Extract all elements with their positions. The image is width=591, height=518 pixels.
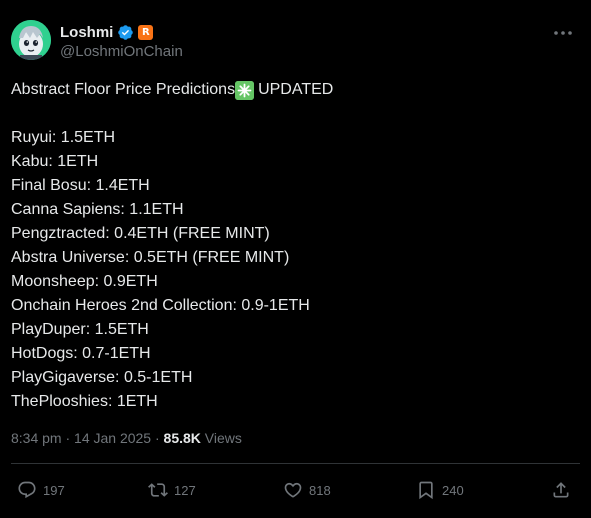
prediction-line: Pengztracted: 0.4ETH (FREE MINT)	[11, 225, 270, 242]
bookmark-button[interactable]: 240	[416, 478, 464, 502]
verified-badge-icon[interactable]	[117, 24, 134, 41]
repost-count: 127	[174, 482, 196, 498]
name-row: Loshmi R	[60, 22, 183, 42]
sparkle-emoji-icon	[235, 80, 255, 100]
prediction-list: Ruyui: 1.5ETH Kabu: 1ETH Final Bosu: 1.4…	[11, 126, 333, 414]
prediction-line: Canna Sapiens: 1.1ETH	[11, 201, 184, 218]
prediction-line: Final Bosu: 1.4ETH	[11, 177, 150, 194]
tweet-text: Abstract Floor Price Predictions UPDATED…	[11, 78, 333, 414]
like-button[interactable]: 818	[283, 478, 331, 502]
prediction-line: ThePlooshies: 1ETH	[11, 393, 158, 410]
handle[interactable]: @LoshmiOnChain	[60, 43, 183, 60]
action-bar: 197 127 818 240	[11, 478, 580, 502]
prediction-line: PlayGigaverse: 0.5-1ETH	[11, 369, 193, 386]
bookmark-count: 240	[442, 482, 464, 498]
share-icon	[553, 482, 569, 498]
prediction-line: Ruyui: 1.5ETH	[11, 129, 116, 146]
tweet: Loshmi R @LoshmiOnChain Abstract Floor P…	[0, 0, 591, 518]
timestamp[interactable]: 8:34 pm · 14 Jan 2025 ·	[11, 430, 164, 446]
author-names: Loshmi R @LoshmiOnChain	[60, 22, 183, 61]
reply-count: 197	[43, 482, 65, 498]
reply-button[interactable]: 197	[17, 478, 65, 502]
prediction-line: Onchain Heroes 2nd Collection: 0.9-1ETH	[11, 297, 310, 314]
share-button[interactable]	[551, 478, 571, 502]
avatar-image	[11, 20, 51, 60]
like-heart-icon	[284, 482, 302, 498]
repost-icon	[148, 483, 168, 497]
tweet-headline: Abstract Floor Price Predictions UPDATED	[11, 78, 333, 102]
like-count: 818	[309, 482, 331, 498]
headline-text: Abstract Floor Price Predictions	[11, 81, 236, 98]
prediction-line: Moonsheep: 0.9ETH	[11, 273, 158, 290]
prediction-line: Kabu: 1ETH	[11, 153, 99, 170]
display-name[interactable]: Loshmi	[60, 24, 113, 41]
bookmark-icon	[419, 481, 433, 500]
views-label: Views	[204, 430, 242, 446]
more-options-icon[interactable]	[552, 24, 574, 42]
affiliate-badge-icon[interactable]: R	[138, 24, 154, 40]
prediction-line: HotDogs: 0.7-1ETH	[11, 345, 151, 362]
headline-suffix: UPDATED	[258, 81, 334, 98]
views-count: 85.8K	[163, 430, 201, 446]
tweet-header: Loshmi R @LoshmiOnChain	[11, 18, 580, 62]
repost-button[interactable]: 127	[148, 478, 196, 502]
reply-icon	[18, 481, 36, 499]
prediction-line: Abstra Universe: 0.5ETH (FREE MINT)	[11, 249, 290, 266]
divider	[11, 463, 580, 464]
tweet-meta: 8:34 pm · 14 Jan 2025 · 85.8K Views	[11, 430, 242, 446]
prediction-line: PlayDuper: 1.5ETH	[11, 321, 149, 338]
avatar[interactable]	[11, 20, 51, 60]
